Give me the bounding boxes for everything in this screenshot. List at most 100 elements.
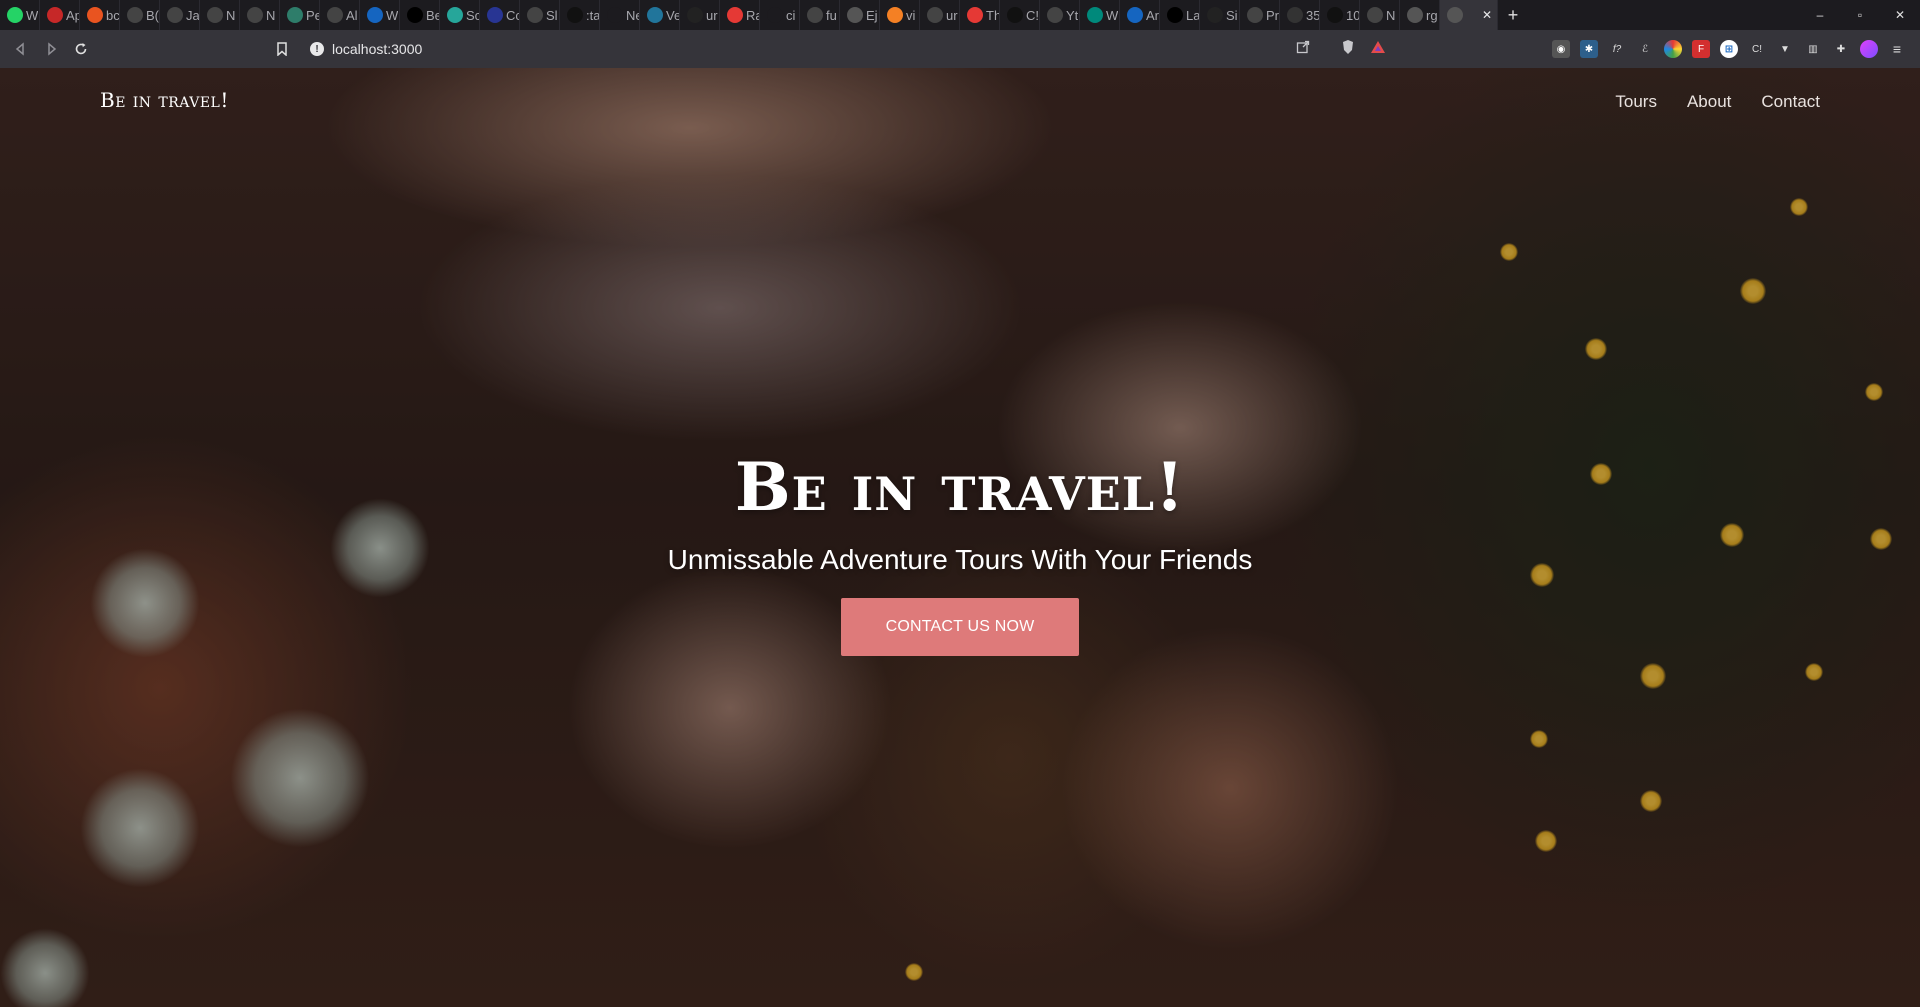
blank-icon <box>767 7 783 23</box>
settings-extension-icon[interactable]: ✱ <box>1580 40 1598 58</box>
star-icon <box>967 7 983 23</box>
globe-icon <box>1247 7 1263 23</box>
brave-rewards-icon[interactable] <box>1370 39 1386 60</box>
doc-icon <box>1127 7 1143 23</box>
close-window-button[interactable]: ✕ <box>1880 8 1920 22</box>
profile-avatar-icon[interactable] <box>1860 40 1878 58</box>
swirl-extension-icon[interactable]: ℰ <box>1636 40 1654 58</box>
tab-title: W <box>1106 7 1119 23</box>
browser-tab[interactable]: Ar <box>1120 0 1160 30</box>
browser-tab[interactable]: B( <box>120 0 160 30</box>
nav-link-about[interactable]: About <box>1687 92 1731 112</box>
tab-title: Si <box>1226 7 1238 23</box>
blank-icon <box>607 7 623 23</box>
browser-tab[interactable]: Ve <box>640 0 680 30</box>
close-tab-icon[interactable]: ✕ <box>1482 8 1492 22</box>
browser-tab-active[interactable]: ✕ <box>1440 0 1498 30</box>
tab-title: Ja <box>186 7 199 23</box>
reader-extension-icon[interactable]: ▥ <box>1804 40 1822 58</box>
brand-logo[interactable]: Be in travel! <box>100 88 229 112</box>
flash-extension-icon[interactable]: F <box>1692 40 1710 58</box>
globe-icon <box>327 7 343 23</box>
nav-link-contact[interactable]: Contact <box>1761 92 1820 112</box>
browser-tab[interactable]: N <box>240 0 280 30</box>
circle-icon <box>1407 7 1423 23</box>
tab-title: :ta <box>586 7 599 23</box>
tab-title: Yt <box>1066 7 1079 23</box>
codepen-icon <box>487 7 503 23</box>
contact-us-button[interactable]: CONTACT US NOW <box>841 598 1079 656</box>
browser-tab[interactable]: ci <box>760 0 800 30</box>
share-icon[interactable] <box>1296 40 1310 59</box>
browser-tab[interactable]: Th <box>960 0 1000 30</box>
code-extension-icon[interactable]: C! <box>1748 40 1766 58</box>
browser-tab[interactable]: Be <box>400 0 440 30</box>
wave-icon <box>447 7 463 23</box>
browser-tab[interactable]: Si <box>1200 0 1240 30</box>
circle-icon <box>847 7 863 23</box>
new-tab-button[interactable]: + <box>1498 5 1528 26</box>
bookmark-icon[interactable] <box>270 42 294 56</box>
browser-tab[interactable]: Sl <box>520 0 560 30</box>
brave-shield-icon[interactable] <box>1340 39 1356 60</box>
tab-title: Ar <box>1146 7 1159 23</box>
vue-devtools-extension-icon[interactable]: ▼ <box>1776 40 1794 58</box>
puzzle-extensions-icon[interactable]: ✚ <box>1832 40 1850 58</box>
tab-title: vi <box>906 7 916 23</box>
browser-tab[interactable]: Ra <box>720 0 760 30</box>
browser-tab[interactable]: ur <box>680 0 720 30</box>
grid-extension-icon[interactable]: ⊞ <box>1720 40 1738 58</box>
browser-tab[interactable]: ur <box>920 0 960 30</box>
nav-link-tours[interactable]: Tours <box>1615 92 1657 112</box>
browser-tab[interactable]: rg <box>1400 0 1440 30</box>
github-icon <box>687 7 703 23</box>
site-info-icon[interactable]: ! <box>310 42 324 56</box>
back-button[interactable] <box>6 34 36 64</box>
menu-icon[interactable]: ≡ <box>1888 40 1906 58</box>
tab-title: W <box>386 7 399 23</box>
browser-tab[interactable]: Ap <box>40 0 80 30</box>
color-picker-extension-icon[interactable] <box>1664 40 1682 58</box>
browser-tab[interactable]: Al <box>320 0 360 30</box>
main-nav: Tours About Contact <box>1615 92 1820 112</box>
maximize-window-button[interactable]: ▫ <box>1840 8 1880 22</box>
forward-button[interactable] <box>36 34 66 64</box>
tab-title: New <box>626 7 639 23</box>
tab-title: ur <box>706 7 718 23</box>
globe-icon <box>247 7 263 23</box>
infinity-icon <box>1327 7 1343 23</box>
camera-extension-icon[interactable]: ◉ <box>1552 40 1570 58</box>
browser-tab[interactable]: W <box>0 0 40 30</box>
browser-tab[interactable]: bc <box>80 0 120 30</box>
browser-tab[interactable]: Yt <box>1040 0 1080 30</box>
browser-tab[interactable]: Pe <box>280 0 320 30</box>
browser-tab[interactable]: C! <box>1000 0 1040 30</box>
browser-tab[interactable]: N <box>1360 0 1400 30</box>
reload-button[interactable] <box>66 34 96 64</box>
back-arrow-icon <box>15 42 24 56</box>
browser-tab[interactable]: La <box>1160 0 1200 30</box>
browser-tab[interactable]: Cc <box>480 0 520 30</box>
flag-icon <box>367 7 383 23</box>
tab-title: fu <box>826 7 837 23</box>
browser-tab[interactable]: vi <box>880 0 920 30</box>
formula-extension-icon[interactable]: f? <box>1608 40 1626 58</box>
whatsapp-icon <box>7 7 23 23</box>
browser-tab[interactable]: W <box>360 0 400 30</box>
browser-tab[interactable]: 10 <box>1320 0 1360 30</box>
browser-tab[interactable]: 35 <box>1280 0 1320 30</box>
browser-tab[interactable]: New <box>600 0 640 30</box>
browser-tab[interactable]: Pr <box>1240 0 1280 30</box>
browser-tab[interactable]: W <box>1080 0 1120 30</box>
browser-tab[interactable]: Sc <box>440 0 480 30</box>
browser-tab[interactable]: fu <box>800 0 840 30</box>
dev-icon <box>407 7 423 23</box>
forward-arrow-icon <box>48 42 57 56</box>
address-bar[interactable]: ! localhost:3000 <box>270 35 1400 63</box>
browser-tab[interactable]: Ja <box>160 0 200 30</box>
browser-tab[interactable]: N <box>200 0 240 30</box>
browser-tab[interactable]: :ta <box>560 0 600 30</box>
url-text[interactable]: localhost:3000 <box>332 41 422 57</box>
browser-tab[interactable]: Ej <box>840 0 880 30</box>
minimize-window-button[interactable]: – <box>1800 8 1840 22</box>
